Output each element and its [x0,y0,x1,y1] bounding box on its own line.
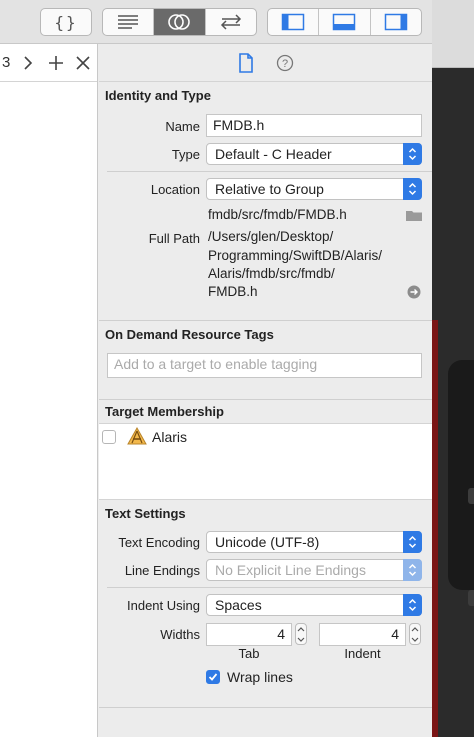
line-endings-popup[interactable]: No Explicit Line Endings [206,559,422,581]
inspector-tabs: ? [99,44,432,82]
popup-arrows-icon [403,143,422,165]
indent-width-field[interactable]: 4 [319,623,406,646]
toggle-debug-area-button[interactable] [319,9,371,35]
jump-bar-text: 3 [2,54,11,71]
lines-icon [118,15,139,29]
widths-label: Widths [160,627,200,642]
popup-arrows-icon [403,531,422,553]
device-preview [448,360,474,590]
full-path-line: Programming/SwiftDB/Alaris/ [208,248,383,263]
location-popup[interactable]: Relative to Group [206,178,422,200]
source-editor[interactable]: 3 [0,44,98,737]
target-checkbox[interactable] [102,430,116,444]
right-panel-icon [384,13,408,31]
popup-arrows-icon [403,594,422,616]
venn-icon [168,14,191,30]
chevron-right-icon[interactable] [22,55,34,71]
canvas-toolbar-area [432,0,474,68]
editor-mode-control [102,8,257,36]
type-label: Type [171,147,200,162]
target-membership-list: Alaris [99,423,432,500]
location-label: Location [150,182,200,197]
file-document-icon[interactable] [238,52,254,73]
section-divider [99,320,432,321]
device-side-button [468,590,474,606]
tab-label: Tab [238,646,260,661]
file-inspector: ? Identity and Type Name FMDB.h Type Def… [99,44,432,737]
quick-help-icon[interactable]: ? [276,54,294,72]
popup-arrows-icon [403,178,422,200]
left-panel-icon [281,13,305,31]
app-target-icon [127,427,147,445]
name-field[interactable]: FMDB.h [206,114,422,137]
section-divider [99,399,432,400]
location-value: Relative to Group [215,181,324,197]
encoding-popup[interactable]: Unicode (UTF-8) [206,531,422,553]
full-path-label: Full Path [148,231,200,246]
indent-label: Indent [344,646,381,661]
membership-section-title: Target Membership [105,404,224,419]
toggle-navigator-button[interactable] [268,9,320,35]
editor-jump-bar: 3 [0,44,97,82]
encoding-label: Text Encoding [118,535,200,550]
encoding-value: Unicode (UTF-8) [215,534,320,550]
tags-section-title: On Demand Resource Tags [105,327,274,342]
relative-path: fmdb/src/fmdb/FMDB.h [208,207,347,222]
canvas-edge [432,320,438,737]
assistant-editor-button[interactable] [154,9,206,35]
identity-section-title: Identity and Type [105,88,211,103]
tab-width-stepper[interactable] [295,623,307,645]
checkmark-icon [208,673,218,681]
version-editor-button[interactable] [206,9,256,35]
indent-using-value: Spaces [215,597,262,613]
type-value: Default - C Header [215,146,332,162]
wrap-lines-label: Wrap lines [227,669,293,685]
xcode-window: {} 3 ? Identity and Type Name FMDB.h Typ… [0,0,474,737]
curly-braces-icon: {} [54,12,78,32]
divider [107,587,432,588]
standard-editor-button[interactable] [103,9,155,35]
canvas-background [432,0,474,737]
name-label: Name [165,119,200,134]
full-path-line: Alaris/fmdb/src/fmdb/ [208,266,335,281]
window-toolbar: {} [0,0,432,44]
close-icon[interactable] [76,55,90,70]
popup-arrows-icon [403,559,422,581]
text-settings-section-title: Text Settings [105,506,186,521]
full-path-line: /Users/glen/Desktop/ [208,229,334,244]
tab-width-field[interactable]: 4 [206,623,292,646]
bottom-panel-icon [333,13,356,31]
section-divider [99,707,432,708]
type-popup[interactable]: Default - C Header [206,143,422,165]
divider [107,171,432,172]
line-endings-label: Line Endings [124,563,200,578]
wrap-lines-checkbox[interactable] [206,670,220,684]
device-side-button [468,488,474,504]
jump-to-definition-button[interactable]: {} [40,8,92,36]
svg-text:?: ? [281,58,287,70]
toggle-utilities-button[interactable] [371,9,421,35]
tags-field[interactable]: Add to a target to enable tagging [107,353,422,378]
reveal-in-finder-icon[interactable] [407,285,421,299]
full-path-line: FMDB.h [208,284,258,299]
indent-using-popup[interactable]: Spaces [206,594,422,616]
folder-icon[interactable] [405,209,423,222]
line-endings-value: No Explicit Line Endings [215,562,366,578]
plus-icon[interactable] [48,55,64,71]
target-name: Alaris [152,429,188,445]
indent-using-label: Indent Using [127,598,200,613]
indent-width-stepper[interactable] [409,623,421,645]
arrows-icon [220,14,241,30]
panel-layout-control [267,8,422,36]
